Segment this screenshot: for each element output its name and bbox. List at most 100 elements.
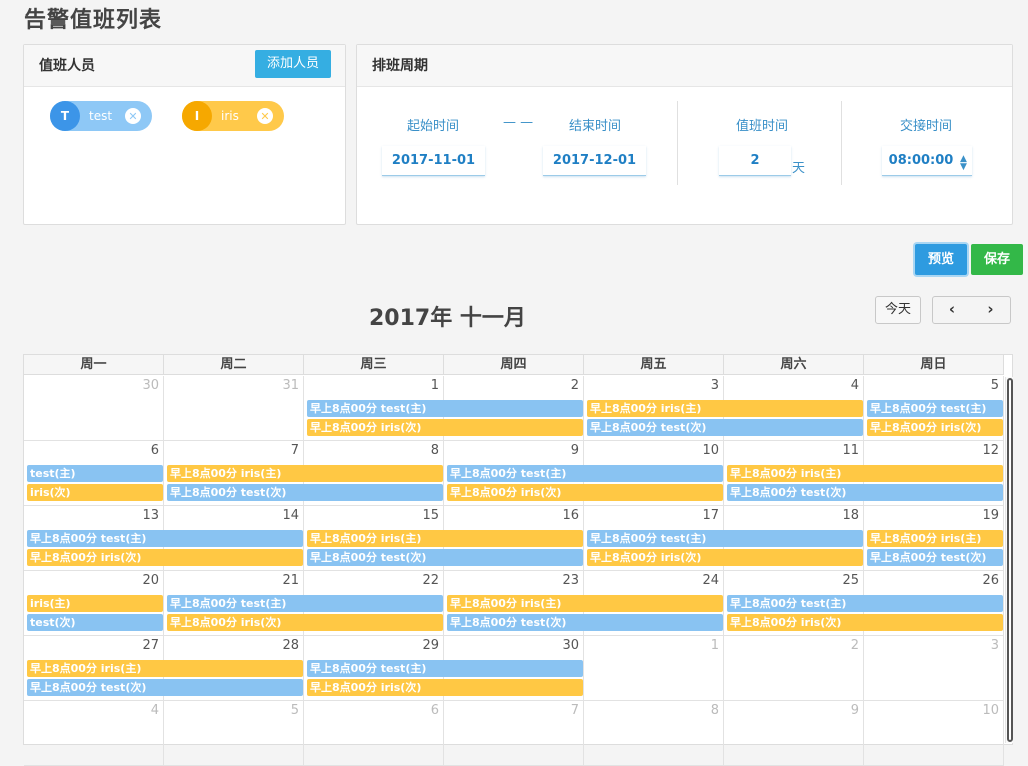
calendar-day-cell[interactable]: 7 <box>444 701 584 765</box>
calendar-day-cell[interactable]: 5 <box>164 701 304 765</box>
calendar-event[interactable]: 早上8点00分 iris(主) <box>867 530 1003 547</box>
prev-month-button[interactable]: ‹ <box>932 296 972 324</box>
scrollbar-thumb[interactable] <box>1007 378 1013 742</box>
calendar-day-cell[interactable]: 3 <box>864 636 1004 700</box>
weekday-header: 周日 <box>864 355 1004 375</box>
day-number: 28 <box>282 638 299 653</box>
calendar-event[interactable]: 早上8点00分 iris(主) <box>727 465 1003 482</box>
today-button[interactable]: 今天 <box>875 296 921 324</box>
calendar-day-cell[interactable]: 31 <box>164 376 304 440</box>
calendar-event[interactable]: 早上8点00分 iris(次) <box>727 614 1003 631</box>
day-number: 10 <box>982 703 999 718</box>
calendar-event[interactable]: iris(次) <box>27 484 163 501</box>
day-number: 12 <box>982 443 999 458</box>
spinner-arrows-icon[interactable]: ▲ ▼ <box>960 155 967 172</box>
chevron-right-icon: › <box>987 300 994 318</box>
calendar-event[interactable]: 早上8点00分 iris(次) <box>307 679 583 696</box>
calendar-event[interactable]: 早上8点00分 iris(主) <box>167 465 443 482</box>
day-number: 2 <box>850 638 859 653</box>
day-number: 1 <box>430 378 439 393</box>
calendar-day-cell[interactable]: 6 <box>304 701 444 765</box>
scrollbar[interactable] <box>1005 377 1013 743</box>
calendar-event[interactable]: 早上8点00分 test(次) <box>27 679 303 696</box>
preview-button[interactable]: 预览 <box>915 244 967 275</box>
calendar-event[interactable]: 早上8点00分 iris(次) <box>867 419 1003 436</box>
calendar-event[interactable]: iris(主) <box>27 595 163 612</box>
day-number: 7 <box>290 443 299 458</box>
calendar-event[interactable]: 早上8点00分 iris(次) <box>307 419 583 436</box>
calendar-event[interactable]: 早上8点00分 test(次) <box>587 419 863 436</box>
weekday-header: 周一 <box>24 355 164 375</box>
day-number: 19 <box>982 508 999 523</box>
calendar-event[interactable]: 早上8点00分 iris(次) <box>167 614 443 631</box>
calendar-week-row: 13 14 15 16 17 18 19 早上8点00分 test(主) 早上8点00分 iri… <box>24 506 1004 571</box>
calendar-event[interactable]: 早上8点00分 iris(次) <box>447 484 723 501</box>
calendar-day-cell[interactable]: 4 <box>24 701 164 765</box>
calendar-day-cell[interactable]: 10 <box>864 701 1004 765</box>
staff-panel-header: 值班人员 添加人员 <box>24 45 345 87</box>
page-title: 告警值班列表 <box>24 8 163 33</box>
calendar-event[interactable]: 早上8点00分 test(主) <box>167 595 443 612</box>
handover-time-select[interactable] <box>882 146 972 176</box>
calendar-week-row: 4 5 6 7 8 9 10 <box>24 701 1004 766</box>
calendar-event[interactable]: 早上8点00分 test(主) <box>587 530 863 547</box>
day-number: 21 <box>282 573 299 588</box>
calendar-event[interactable]: 早上8点00分 iris(次) <box>27 549 303 566</box>
calendar-event[interactable]: 早上8点00分 test(主) <box>727 595 1003 612</box>
day-number: 4 <box>150 703 159 718</box>
calendar-event[interactable]: test(次) <box>27 614 163 631</box>
calendar-event[interactable]: 早上8点00分 iris(次) <box>587 549 863 566</box>
calendar-event[interactable]: 早上8点00分 test(次) <box>867 549 1003 566</box>
calendar-event[interactable]: 早上8点00分 test(次) <box>167 484 443 501</box>
calendar-event[interactable]: 早上8点00分 iris(主) <box>587 400 863 417</box>
calendar-event[interactable]: 早上8点00分 test(次) <box>307 549 583 566</box>
remove-staff-icon[interactable]: ✕ <box>257 108 273 124</box>
calendar-event[interactable]: 早上8点00分 test(次) <box>727 484 1003 501</box>
add-staff-button[interactable]: 添加人员 <box>254 50 331 78</box>
calendar-event[interactable]: 早上8点00分 test(主) <box>447 465 723 482</box>
remove-staff-icon[interactable]: ✕ <box>125 108 141 124</box>
calendar-title: 2017年 十一月 <box>369 306 526 331</box>
day-number: 8 <box>710 703 719 718</box>
day-number: 11 <box>842 443 859 458</box>
calendar-event[interactable]: 早上8点00分 test(次) <box>447 614 723 631</box>
calendar-week-row: 27 28 29 30 1 2 3 早上8点00分 iris(主) 早上8点00分 test(次… <box>24 636 1004 701</box>
chevron-left-icon: ‹ <box>948 300 956 318</box>
staff-chip-test[interactable]: T test ✕ <box>50 101 152 131</box>
calendar-event[interactable]: 早上8点00分 test(主) <box>307 660 583 677</box>
calendar-event[interactable]: 早上8点00分 iris(主) <box>307 530 583 547</box>
end-date-input[interactable] <box>543 146 646 176</box>
day-number: 20 <box>142 573 159 588</box>
calendar-event[interactable]: 早上8点00分 iris(主) <box>447 595 723 612</box>
day-number: 9 <box>570 443 579 458</box>
day-number: 3 <box>990 638 999 653</box>
start-date-input[interactable] <box>382 146 485 176</box>
calendar-event[interactable]: 早上8点00分 test(主) <box>307 400 583 417</box>
calendar-day-cell[interactable]: 1 <box>584 636 724 700</box>
day-number: 31 <box>282 378 299 393</box>
day-number: 14 <box>282 508 299 523</box>
day-number: 5 <box>990 378 999 393</box>
end-time-label: 结束时间 <box>568 119 621 134</box>
calendar-day-cell[interactable]: 8 <box>584 701 724 765</box>
day-number: 8 <box>430 443 439 458</box>
day-number: 18 <box>842 508 859 523</box>
day-number: 16 <box>562 508 579 523</box>
calendar-event[interactable]: 早上8点00分 iris(主) <box>27 660 303 677</box>
calendar-day-cell[interactable]: 9 <box>724 701 864 765</box>
day-number: 6 <box>430 703 439 718</box>
schedule-panel-title: 排班周期 <box>372 58 428 74</box>
calendar-event[interactable]: test(主) <box>27 465 163 482</box>
day-number: 1 <box>710 638 719 653</box>
calendar-day-cell[interactable]: 2 <box>724 636 864 700</box>
calendar-event[interactable]: 早上8点00分 test(主) <box>27 530 303 547</box>
calendar-day-cell[interactable]: 30 <box>24 376 164 440</box>
duty-days-input[interactable] <box>719 146 791 176</box>
weekday-header: 周二 <box>164 355 304 375</box>
next-month-button[interactable]: › <box>971 296 1011 324</box>
weekday-header: 周三 <box>304 355 444 375</box>
calendar-event[interactable]: 早上8点00分 test(主) <box>867 400 1003 417</box>
save-button[interactable]: 保存 <box>971 244 1023 275</box>
staff-chip-iris[interactable]: I iris ✕ <box>182 101 284 131</box>
divider <box>677 101 678 185</box>
